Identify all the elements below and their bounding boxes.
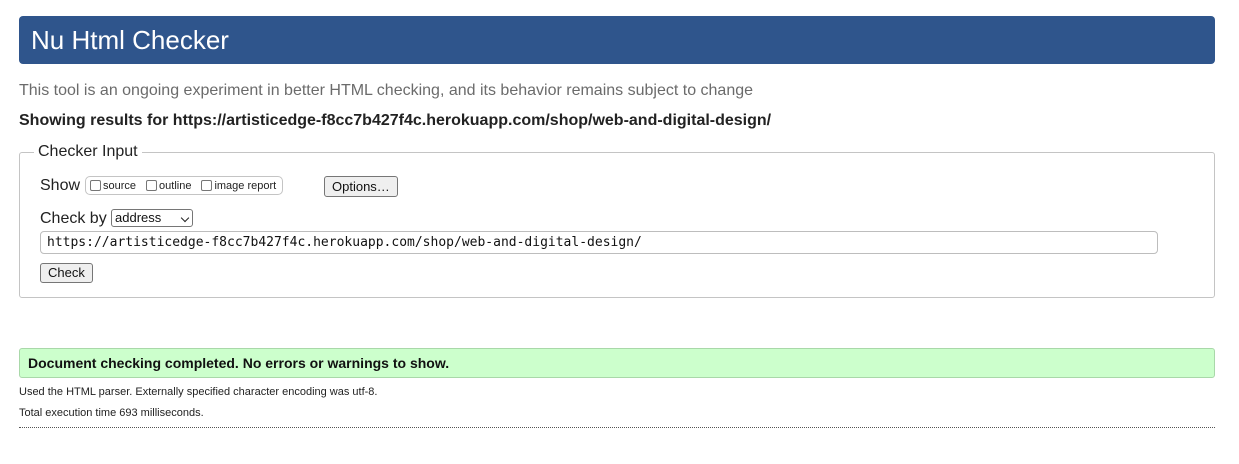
source-checkbox[interactable]: [90, 180, 101, 191]
check-by-label: Check by: [40, 210, 107, 227]
divider: [19, 427, 1215, 428]
image-report-label: image report: [214, 179, 277, 192]
page-title: Nu Html Checker: [31, 25, 229, 55]
show-label: Show: [40, 177, 81, 194]
options-button[interactable]: Options…: [324, 176, 398, 197]
image-report-checkbox[interactable]: [201, 180, 213, 191]
check-by-selected-value: address: [115, 210, 162, 225]
parser-info: Used the HTML parser. Externally specifi…: [19, 386, 378, 398]
source-label: source: [103, 179, 137, 192]
check-button[interactable]: Check: [40, 263, 93, 283]
outline-checkbox[interactable]: [146, 180, 158, 191]
show-image-report-option[interactable]: image report: [201, 180, 276, 192]
checker-input-legend: Checker Input: [34, 142, 142, 162]
show-outline-option[interactable]: outline: [146, 180, 191, 192]
check-by-select[interactable]: address: [111, 209, 193, 227]
header-banner: Nu Html Checker: [19, 16, 1215, 64]
status-message: Document checking completed. No errors o…: [28, 355, 450, 371]
status-message-box: Document checking completed. No errors o…: [19, 348, 1215, 378]
outline-label: outline: [159, 179, 192, 192]
show-options-group: source outline image report: [85, 176, 284, 195]
results-heading: Showing results for https://artisticedge…: [19, 112, 772, 129]
execution-time-info: Total execution time 693 milliseconds.: [19, 407, 204, 419]
chevron-down-icon: [180, 213, 190, 223]
show-source-option[interactable]: source: [90, 180, 136, 192]
intro-text: This tool is an ongoing experiment in be…: [19, 82, 754, 99]
checker-input-fieldset: Checker Input Show source outline image …: [19, 142, 1215, 298]
page: Nu Html Checker This tool is an ongoing …: [0, 0, 1239, 464]
url-input[interactable]: https://artisticedge-f8cc7b427f4c.heroku…: [40, 231, 1158, 254]
